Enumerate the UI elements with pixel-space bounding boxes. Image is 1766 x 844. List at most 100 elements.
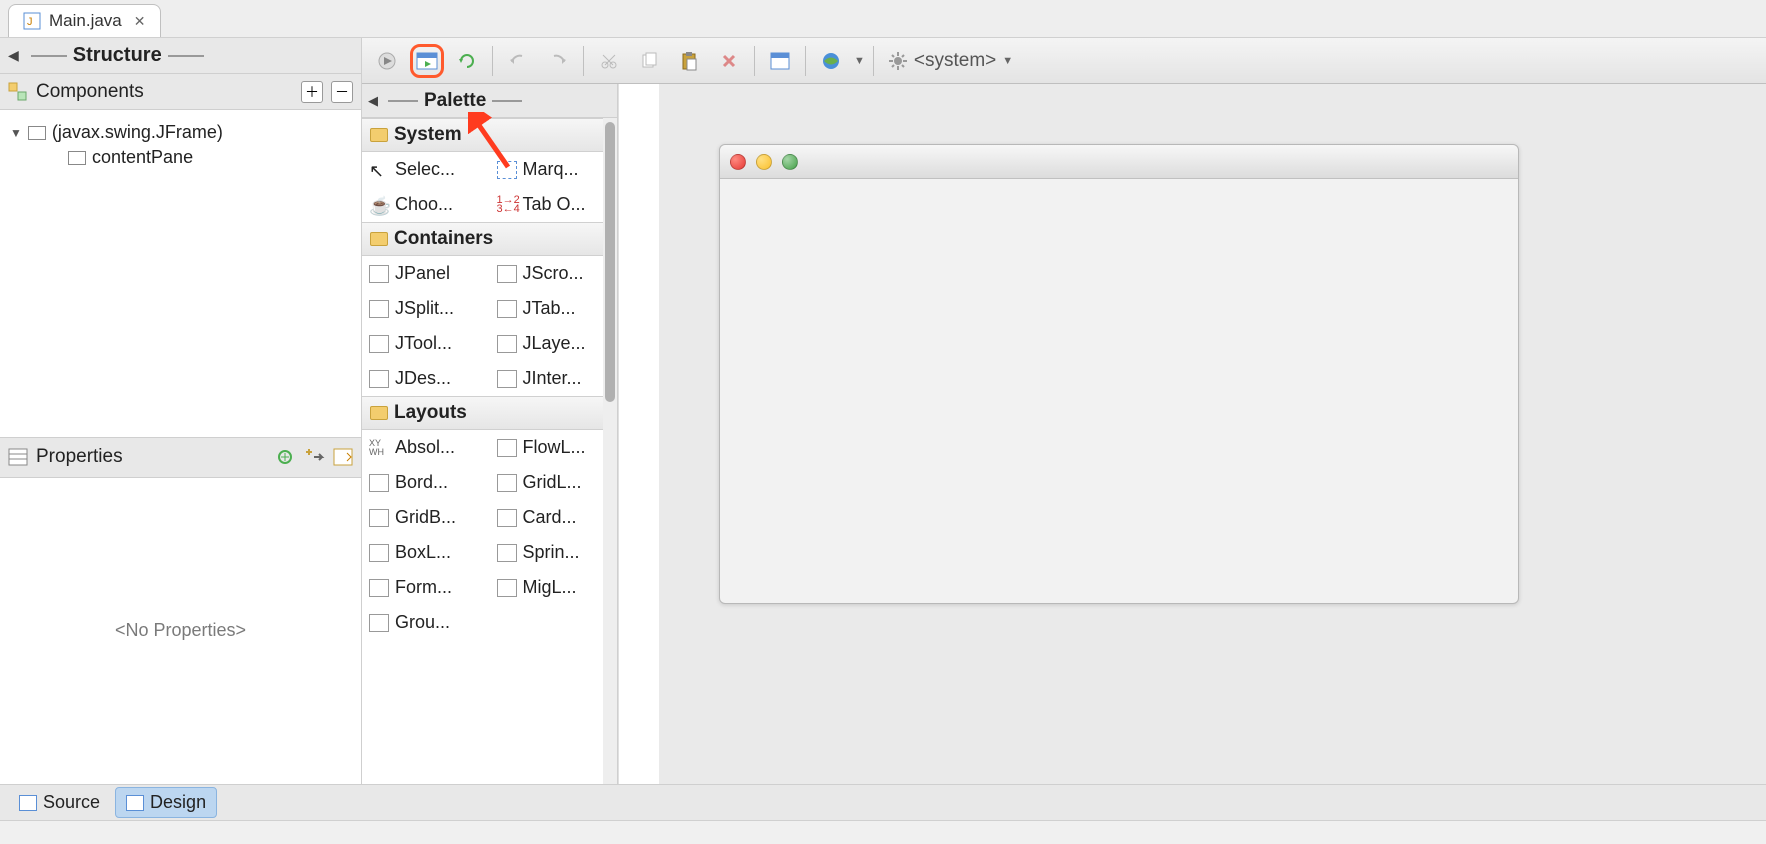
tree-label: (javax.swing.JFrame) [52, 122, 223, 143]
properties-label: Properties [36, 446, 123, 468]
preview-window[interactable] [719, 144, 1519, 604]
decor-line [492, 100, 522, 102]
redo-button[interactable] [541, 44, 575, 78]
cut-button[interactable] [592, 44, 626, 78]
tab-design[interactable]: Design [115, 787, 217, 818]
palette-item-choose[interactable]: ☕Choo... [362, 187, 490, 222]
design-canvas[interactable] [618, 84, 1766, 784]
layeredpane-icon [497, 335, 517, 353]
dropdown-icon[interactable]: ▼ [854, 55, 865, 67]
collapse-left-icon[interactable]: ◀ [368, 93, 378, 109]
close-icon[interactable]: ✕ [134, 13, 146, 30]
category-label: Layouts [394, 402, 467, 424]
window-close-icon[interactable] [730, 154, 746, 170]
palette-title: Palette [424, 90, 486, 112]
externalize-button[interactable] [814, 44, 848, 78]
preview-button[interactable] [410, 44, 444, 78]
components-tree[interactable]: ▼ (javax.swing.JFrame) contentPane [0, 110, 361, 438]
palette-category-containers[interactable]: Containers [362, 222, 617, 256]
properties-bar: Properties [0, 438, 361, 478]
tree-row-root[interactable]: ▼ (javax.swing.JFrame) [10, 120, 351, 145]
absolute-icon: XYWH [369, 439, 389, 457]
palette-category-system[interactable]: System [362, 118, 617, 152]
tab-label: Source [43, 792, 100, 813]
collapse-all-button[interactable]: － [331, 81, 353, 103]
palette-item-boxlayout[interactable]: BoxL... [362, 535, 490, 570]
design-icon [126, 795, 144, 811]
internalframe-icon [497, 370, 517, 388]
window-zoom-icon[interactable] [782, 154, 798, 170]
chevron-down-icon: ▼ [1002, 55, 1013, 67]
category-label: Containers [394, 228, 493, 250]
palette-item-flowlayout[interactable]: FlowL... [490, 430, 618, 465]
palette-item-miglayout[interactable]: MigL... [490, 570, 618, 605]
palette-item-jinternalframe[interactable]: JInter... [490, 361, 618, 396]
toolbar-separator [873, 46, 874, 76]
palette-item-jpanel[interactable]: JPanel [362, 256, 490, 291]
palette-category-layouts[interactable]: Layouts [362, 396, 617, 430]
window-minimize-icon[interactable] [756, 154, 772, 170]
tabbedpane-icon [497, 300, 517, 318]
look-and-feel-selector[interactable]: <system> ▼ [882, 50, 1019, 72]
palette-item-jlayeredpane[interactable]: JLaye... [490, 326, 618, 361]
palette-item-formlayout[interactable]: Form... [362, 570, 490, 605]
palette-item-gridbaglayout[interactable]: GridB... [362, 500, 490, 535]
preview-titlebar[interactable] [720, 145, 1518, 179]
reparse-button[interactable] [450, 44, 484, 78]
palette-item-marquee[interactable]: Marq... [490, 152, 618, 187]
svg-text:J: J [27, 16, 33, 28]
palette-item-jsplitpane[interactable]: JSplit... [362, 291, 490, 326]
boxlayout-icon [369, 544, 389, 562]
palette-list[interactable]: System ↖Selec... Marq... ☕Choo... 1→23←4… [362, 118, 617, 784]
palette-item-cardlayout[interactable]: Card... [490, 500, 618, 535]
palette-item-springlayout[interactable]: Sprin... [490, 535, 618, 570]
gridlayout-icon [497, 474, 517, 492]
layout-assistant-button[interactable] [763, 44, 797, 78]
show-events-icon[interactable] [333, 448, 353, 466]
toolbar-separator [754, 46, 755, 76]
test-button[interactable] [370, 44, 404, 78]
tab-label: Design [150, 792, 206, 813]
app-root: J Main.java ✕ ◀ Structure Components ＋ [0, 0, 1766, 844]
java-file-icon: J [23, 12, 41, 30]
borderlayout-icon [369, 474, 389, 492]
grouplayout-icon [369, 614, 389, 632]
editor-tab-main[interactable]: J Main.java ✕ [8, 4, 161, 37]
palette-item-absolute[interactable]: XYWHAbsol... [362, 430, 490, 465]
palette-item-borderlayout[interactable]: Bord... [362, 465, 490, 500]
expand-icon[interactable]: ▼ [10, 126, 22, 140]
undo-button[interactable] [501, 44, 535, 78]
scrollbar-thumb[interactable] [605, 122, 615, 402]
delete-button[interactable] [712, 44, 746, 78]
toolbar-icon [369, 335, 389, 353]
flowlayout-icon [497, 439, 517, 457]
palette-item-selection[interactable]: ↖Selec... [362, 152, 490, 187]
taborder-icon: 1→23←4 [497, 196, 517, 214]
tree-label: contentPane [92, 147, 193, 168]
palette-item-grouplayout[interactable]: Grou... [362, 605, 617, 640]
convert-icon[interactable] [303, 447, 325, 467]
tree-row-child[interactable]: contentPane [10, 145, 351, 170]
gridbag-icon [369, 509, 389, 527]
expand-all-button[interactable]: ＋ [301, 81, 323, 103]
scrollpane-icon [497, 265, 517, 283]
tab-source[interactable]: Source [8, 787, 111, 818]
palette-scrollbar[interactable] [603, 118, 617, 784]
palette-item-jtabbedpane[interactable]: JTab... [490, 291, 618, 326]
palette-item-gridlayout[interactable]: GridL... [490, 465, 618, 500]
no-properties-text: <No Properties> [115, 620, 246, 641]
copy-button[interactable] [632, 44, 666, 78]
palette-item-jscrollpane[interactable]: JScro... [490, 256, 618, 291]
collapse-left-icon[interactable]: ◀ [8, 47, 19, 64]
palette-item-taborder[interactable]: 1→23←4Tab O... [490, 187, 618, 222]
goto-definition-icon[interactable] [275, 447, 295, 467]
formlayout-icon [369, 579, 389, 597]
decor-line [168, 55, 204, 57]
designer-toolbar: ▼ <system> ▼ [362, 38, 1766, 84]
paste-button[interactable] [672, 44, 706, 78]
components-bar: Components ＋ － [0, 74, 361, 110]
panel-icon [369, 265, 389, 283]
palette-item-jdesktoppane[interactable]: JDes... [362, 361, 490, 396]
palette-item-jtoolbar[interactable]: JTool... [362, 326, 490, 361]
editor-tab-label: Main.java [49, 11, 122, 31]
